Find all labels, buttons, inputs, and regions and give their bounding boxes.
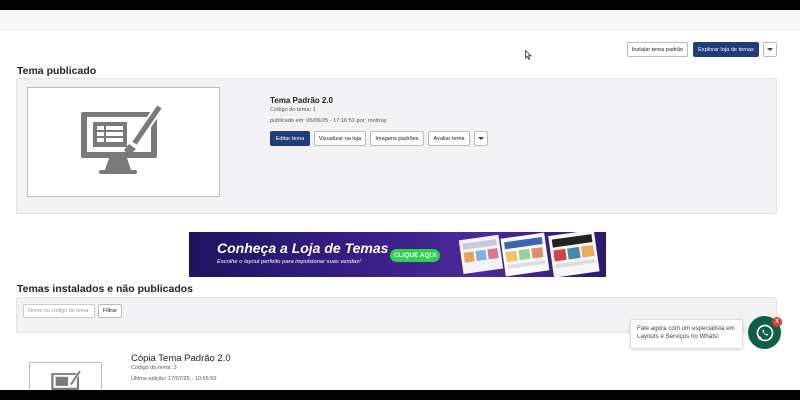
published-theme-name: Tema Padrão 2.0 [270,96,333,105]
installed-theme-name: Cópia Tema Padrão 2.0 [131,353,231,364]
banner-subtitle: Escolhe o layout perfeito para impulsion… [217,259,361,265]
top-strip [0,10,800,30]
explore-theme-store-button[interactable]: Explorar loja de temas [693,42,759,57]
chevron-down-icon [478,137,484,140]
installed-theme-thumbnail[interactable] [29,362,102,390]
chevron-down-icon [767,48,773,51]
theme-search-input[interactable] [23,304,95,318]
rate-theme-button[interactable]: Avaliar tema [428,131,470,146]
installed-theme-last-edit: Última edição: 17/07/25 - 10:55:59 [131,376,217,382]
published-theme-thumbnail[interactable] [27,87,220,197]
theme-store-banner[interactable]: Conheça a Loja de Temas Escolhe o layout… [189,232,606,277]
theme-manager-page: Instalar tema padrão Explorar loja de te… [0,10,800,390]
published-theme-heading: Tema publicado [17,65,97,77]
install-default-theme-button[interactable]: Instalar tema padrão [627,42,688,57]
theme-options-dropdown-button[interactable] [474,131,488,146]
published-theme-code: Código do tema: 1 [270,107,316,113]
whatsapp-chat-bubble[interactable]: Fale agora com um especialista em Layout… [630,319,743,349]
chat-close-badge[interactable]: X [772,317,782,327]
theme-screenshots-illustration [458,232,600,277]
default-images-button[interactable]: Imagens padrões [370,131,424,146]
view-in-store-button[interactable]: Visualizar na loja [314,131,366,146]
monitor-brush-icon [51,369,82,390]
published-theme-date: publicado em: 05/06/25 - 17:16:51 por: r… [270,118,387,124]
mouse-cursor-icon [525,50,532,60]
more-options-dropdown-button[interactable] [763,42,777,57]
edit-theme-button[interactable]: Editar tema [270,131,310,146]
banner-title: Conheça a Loja de Temas [217,240,389,256]
installed-theme-code: Código do tema: 3 [131,365,177,371]
whatsapp-icon [756,324,773,341]
monitor-brush-icon [81,102,165,174]
filter-button[interactable]: Filtrar [98,304,122,318]
banner-cta-button[interactable]: CLIQUE AQUI [390,249,440,262]
installed-themes-heading: Temas instalados e não publicados [17,283,194,295]
